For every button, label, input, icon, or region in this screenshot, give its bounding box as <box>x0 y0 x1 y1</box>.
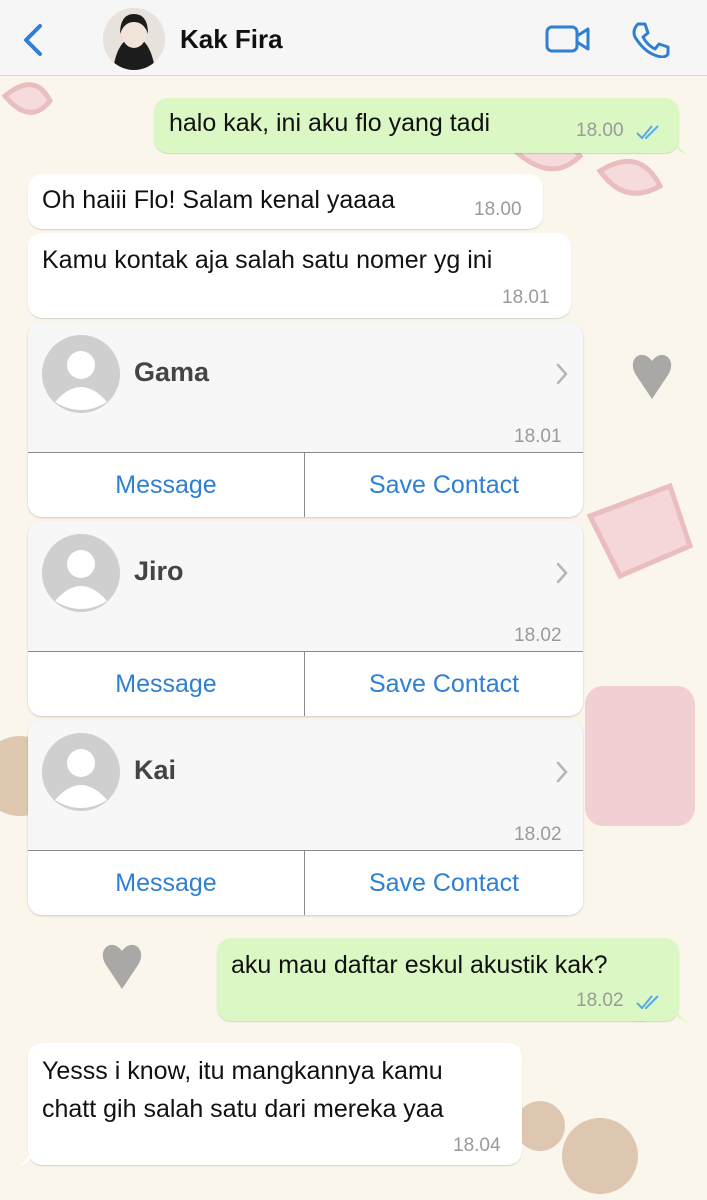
contact-avatar[interactable] <box>103 8 165 70</box>
message-time: 18.02 <box>514 824 562 845</box>
message-text: aku mau daftar eskul akustik kak? <box>231 951 608 979</box>
phone-icon <box>632 22 670 59</box>
person-placeholder-icon <box>42 534 120 612</box>
read-receipt-icon <box>636 125 659 140</box>
contact-card-actions: Message Save Contact <box>28 452 583 517</box>
contact-card-header[interactable]: Kai 18.02 <box>28 720 583 850</box>
message-time: 18.02 <box>514 625 562 646</box>
back-button[interactable] <box>18 22 48 58</box>
message-text: Oh haiii Flo! Salam kenal yaaaa <box>42 186 395 214</box>
message-outgoing[interactable]: aku mau daftar eskul akustik kak? 18.02 <box>217 938 679 1021</box>
bubble-tail <box>16 1149 30 1167</box>
message-time: 18.01 <box>502 287 550 308</box>
chevron-right-icon <box>556 363 568 385</box>
person-placeholder-icon <box>42 335 120 413</box>
contact-name: Jiro <box>134 556 184 586</box>
save-contact-button[interactable]: Save Contact <box>305 851 583 915</box>
contact-card[interactable]: Gama 18.01 Message Save Contact <box>28 322 583 517</box>
voice-call-button[interactable] <box>630 20 670 59</box>
contact-name: Kai <box>134 755 177 785</box>
message-incoming[interactable]: Oh haiii Flo! Salam kenal yaaaa 18.00 <box>28 174 543 229</box>
contact-card[interactable]: Jiro 18.02 Message Save Contact <box>28 521 583 716</box>
message-text: Kamu kontak aja salah satu nomer yg ini <box>42 246 493 274</box>
contact-name: Gama <box>134 357 210 387</box>
message-outgoing[interactable]: halo kak, ini aku flo yang tadi 18.00 <box>154 98 679 153</box>
contact-name[interactable]: Kak Fira <box>180 24 283 55</box>
message-incoming[interactable]: Yesss i know, itu mangkannya kamu chatt … <box>28 1043 522 1165</box>
message-button[interactable]: Message <box>28 652 305 716</box>
message-text: Yesss i know, itu mangkannya kamu <box>42 1057 443 1085</box>
message-time: 18.02 <box>576 990 624 1011</box>
message-time: 18.04 <box>453 1135 501 1156</box>
contact-card[interactable]: Kai 18.02 Message Save Contact <box>28 720 583 915</box>
message-text: chatt gih salah satu dari mereka yaa <box>42 1095 444 1123</box>
save-contact-button[interactable]: Save Contact <box>305 652 583 716</box>
video-call-button[interactable] <box>545 22 591 56</box>
message-incoming[interactable]: Kamu kontak aja salah satu nomer yg ini … <box>28 233 571 318</box>
video-camera-icon <box>545 25 590 53</box>
save-contact-button[interactable]: Save Contact <box>305 453 583 517</box>
message-button[interactable]: Message <box>28 851 305 915</box>
contact-card-actions: Message Save Contact <box>28 651 583 716</box>
chevron-right-icon <box>556 562 568 584</box>
read-receipt-icon <box>636 995 659 1010</box>
message-button[interactable]: Message <box>28 453 305 517</box>
contact-card-header[interactable]: Gama 18.01 <box>28 322 583 452</box>
chat-header: Kak Fira <box>0 0 707 76</box>
message-time: 18.00 <box>576 120 624 141</box>
chevron-right-icon <box>556 761 568 783</box>
message-text: halo kak, ini aku flo yang tadi <box>169 109 491 137</box>
contact-card-actions: Message Save Contact <box>28 850 583 915</box>
chevron-left-icon <box>24 24 42 56</box>
message-time: 18.01 <box>514 426 562 447</box>
person-placeholder-icon <box>42 733 120 811</box>
bubble-tail <box>676 1005 690 1023</box>
message-time: 18.00 <box>474 199 522 220</box>
bubble-tail <box>676 137 690 155</box>
contact-card-header[interactable]: Jiro 18.02 <box>28 521 583 651</box>
